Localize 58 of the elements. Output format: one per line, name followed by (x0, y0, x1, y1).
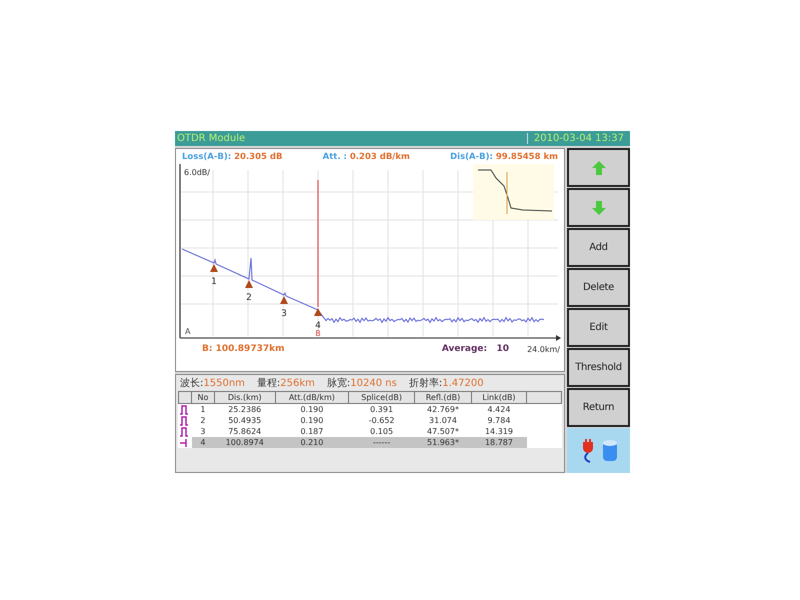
event-label: 2 (246, 293, 252, 303)
table-cell: 0.210 (275, 437, 349, 448)
side-button[interactable]: Edit (567, 308, 630, 347)
cursor-b-label: B (315, 329, 321, 338)
table-cell: 0.190 (275, 404, 349, 415)
table-cell: 0.105 (348, 426, 415, 437)
table-cell: 9.784 (471, 415, 526, 426)
side-button[interactable]: Threshold (567, 348, 630, 387)
readout: Att. : 0.203 dB/km (322, 152, 410, 162)
table-cell: 4 (192, 437, 214, 448)
table-cell: 51.963* (414, 437, 472, 448)
table-cell: 1 (192, 404, 214, 415)
cursor-a-label: A (185, 327, 190, 336)
table-cell: 25.2386 (214, 404, 276, 415)
column-header: Refl.(dB) (414, 392, 472, 404)
table-cell: 0.187 (275, 426, 349, 437)
table-cell: 3 (192, 426, 214, 437)
column-header: No (192, 392, 214, 404)
readout: Dis(A-B): 99.85458 km (450, 152, 558, 162)
event-label: 4 (315, 321, 321, 331)
column-header: Splice(dB) (348, 392, 415, 404)
parameter: 折射率:1.47200 (408, 376, 484, 390)
table-cell: 4.424 (471, 404, 526, 415)
event-label: 3 (281, 309, 287, 319)
average-readout: Average: 10 (442, 344, 510, 354)
side-button[interactable]: Delete (567, 268, 630, 307)
table-cell: -0.652 (348, 415, 415, 426)
table-cell: 0.391 (348, 404, 415, 415)
event-row[interactable]: 4 100.8974 0.210 ------ 51.963* 18.787 (178, 437, 562, 448)
table-cell: 50.4935 (214, 415, 276, 426)
parameter: 波长:1550nm (180, 376, 245, 390)
table-cell: 31.074 (414, 415, 472, 426)
event-row[interactable]: 3 75.8624 0.187 0.105 47.507* 14.319 (178, 426, 562, 437)
date-time: 2010-03-04 13:37 (526, 133, 630, 144)
table-cell: 0.190 (275, 415, 349, 426)
table-cell: 42.769* (414, 404, 472, 415)
table-cell: 14.319 (471, 426, 526, 437)
side-button[interactable]: Return (567, 388, 630, 427)
parameter: 脉宽:10240 ns (326, 376, 397, 390)
readout: Loss(A-B): 20.305 dB (182, 152, 282, 162)
column-header: Link(dB) (471, 392, 526, 404)
column-header: Dis.(km) (214, 392, 276, 404)
window-title: OTDR Module (176, 133, 246, 144)
table-cell: 100.8974 (214, 437, 276, 448)
cursor-position: B: 100.89737km (202, 344, 284, 354)
x-scale-label: 24.0km/ (527, 344, 560, 354)
side-button[interactable]: Add (567, 228, 630, 267)
table-cell: 18.787 (471, 437, 526, 448)
table-cell: 47.507* (414, 426, 472, 437)
table-cell: 75.8624 (214, 426, 276, 437)
parameter: 量程:256km (256, 377, 315, 390)
event-label: 1 (211, 277, 217, 287)
column-header: Att.(dB/km) (275, 392, 349, 404)
event-row[interactable]: 2 50.4935 0.190 -0.652 31.074 9.784 (178, 415, 562, 426)
y-scale-label: 6.0dB/ (184, 168, 210, 177)
table-cell: ------ (348, 437, 415, 448)
table-cell: 2 (192, 415, 214, 426)
event-row[interactable]: 1 25.2386 0.190 0.391 42.769* 4.424 (178, 404, 562, 415)
